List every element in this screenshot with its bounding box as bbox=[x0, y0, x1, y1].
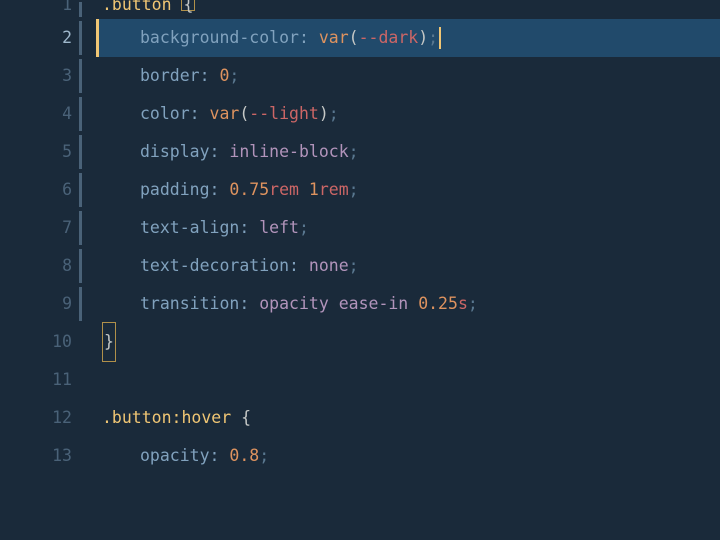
token-property: background-color bbox=[140, 28, 299, 47]
token-value: none bbox=[309, 256, 349, 275]
token-value: left bbox=[259, 218, 299, 237]
token-colon: : bbox=[190, 104, 200, 123]
text-cursor-icon bbox=[439, 27, 441, 49]
token-number: 1 bbox=[309, 180, 319, 199]
code-line[interactable]: border: 0; bbox=[96, 57, 720, 95]
code-line-active[interactable]: background-color: var(--dark); bbox=[96, 19, 720, 57]
code-line[interactable]: color: var(--light); bbox=[96, 95, 720, 133]
token-selector: .button bbox=[102, 0, 172, 14]
token-property: opacity bbox=[140, 446, 210, 465]
token-property: color bbox=[140, 104, 190, 123]
line-number: 12 bbox=[52, 408, 72, 427]
token-property: text-decoration bbox=[140, 256, 289, 275]
token-property: transition bbox=[140, 294, 239, 313]
line-number: 1 bbox=[62, 0, 72, 14]
token-paren: ( bbox=[239, 104, 249, 123]
line-number: 5 bbox=[62, 142, 72, 161]
token-semicolon: ; bbox=[299, 218, 309, 237]
brace-close-icon: } bbox=[102, 322, 116, 362]
line-number: 7 bbox=[62, 218, 72, 237]
token-colon: : bbox=[299, 28, 309, 47]
token-colon: : bbox=[239, 294, 249, 313]
token-paren: ( bbox=[349, 28, 359, 47]
token-paren: ) bbox=[418, 28, 428, 47]
line-number: 9 bbox=[62, 294, 72, 313]
token-paren: ) bbox=[319, 104, 329, 123]
token-property: text-align bbox=[140, 218, 239, 237]
token-pseudo: :hover bbox=[172, 408, 232, 427]
token-number: 0.8 bbox=[229, 446, 259, 465]
code-line[interactable]: text-decoration: none; bbox=[96, 247, 720, 285]
token-colon: : bbox=[210, 446, 220, 465]
token-identifier: opacity bbox=[259, 294, 329, 313]
code-line[interactable]: .button { bbox=[96, 0, 720, 19]
code-line[interactable] bbox=[96, 361, 720, 399]
line-number: 3 bbox=[62, 66, 72, 85]
token-semicolon: ; bbox=[259, 446, 269, 465]
line-number: 11 bbox=[52, 370, 72, 389]
token-unit: rem bbox=[319, 180, 349, 199]
code-line[interactable]: } bbox=[96, 323, 720, 361]
token-colon: : bbox=[210, 142, 220, 161]
line-number: 4 bbox=[62, 104, 72, 123]
code-line[interactable]: .button:hover { bbox=[96, 399, 720, 437]
code-line[interactable]: opacity: 0.8; bbox=[96, 437, 720, 475]
brace-open-icon: { bbox=[241, 408, 251, 427]
token-variable: --light bbox=[249, 104, 319, 123]
token-number: 0.25 bbox=[418, 294, 458, 313]
token-variable: --dark bbox=[359, 28, 419, 47]
line-number: 6 bbox=[62, 180, 72, 199]
token-semicolon: ; bbox=[349, 180, 359, 199]
token-selector: .button bbox=[102, 408, 172, 427]
line-number-gutter: 1 2 3 4 5 6 7 8 9 10 11 12 13 bbox=[0, 0, 96, 540]
token-colon: : bbox=[289, 256, 299, 275]
brace-open-icon: { bbox=[181, 0, 195, 11]
token-semicolon: ; bbox=[468, 294, 478, 313]
token-semicolon: ; bbox=[349, 256, 359, 275]
code-editor[interactable]: 1 2 3 4 5 6 7 8 9 10 11 12 13 .button { … bbox=[0, 0, 720, 540]
code-line[interactable]: text-align: left; bbox=[96, 209, 720, 247]
token-property: padding bbox=[140, 180, 210, 199]
token-function: var bbox=[210, 104, 240, 123]
token-colon: : bbox=[210, 180, 220, 199]
line-number: 13 bbox=[52, 446, 72, 465]
code-line[interactable]: padding: 0.75rem 1rem; bbox=[96, 171, 720, 209]
token-function: var bbox=[319, 28, 349, 47]
line-number: 8 bbox=[62, 256, 72, 275]
token-number: 0.75 bbox=[229, 180, 269, 199]
token-colon: : bbox=[239, 218, 249, 237]
token-property: border bbox=[140, 66, 200, 85]
token-property: display bbox=[140, 142, 210, 161]
line-number: 10 bbox=[52, 332, 72, 351]
token-unit: s bbox=[458, 294, 468, 313]
token-value: ease-in bbox=[339, 294, 409, 313]
token-semicolon: ; bbox=[428, 28, 438, 47]
code-area[interactable]: .button { background-color: var(--dark);… bbox=[96, 0, 720, 540]
token-number: 0 bbox=[219, 66, 229, 85]
token-unit: rem bbox=[269, 180, 299, 199]
token-value: inline-block bbox=[229, 142, 348, 161]
token-semicolon: ; bbox=[349, 142, 359, 161]
token-semicolon: ; bbox=[229, 66, 239, 85]
token-semicolon: ; bbox=[329, 104, 339, 123]
code-line[interactable]: transition: opacity ease-in 0.25s; bbox=[96, 285, 720, 323]
line-number: 2 bbox=[62, 28, 72, 47]
code-line[interactable]: display: inline-block; bbox=[96, 133, 720, 171]
token-colon: : bbox=[200, 66, 210, 85]
